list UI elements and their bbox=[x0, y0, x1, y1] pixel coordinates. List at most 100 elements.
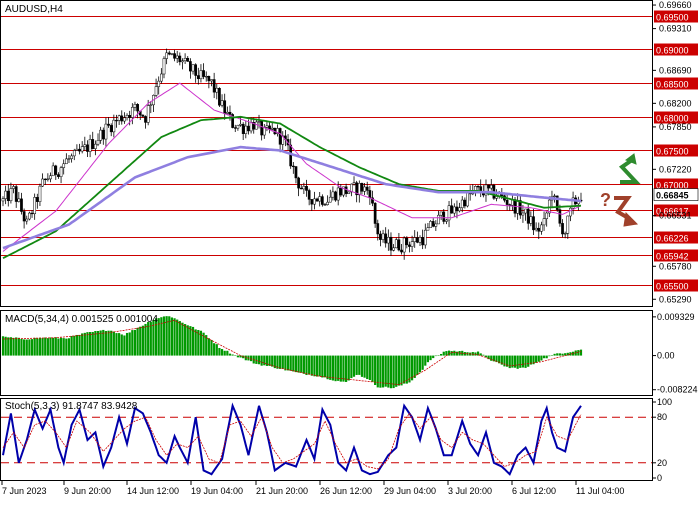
macd-bar bbox=[371, 355, 374, 382]
macd-bar bbox=[218, 347, 221, 356]
macd-bar bbox=[112, 331, 115, 356]
macd-bar bbox=[141, 325, 144, 356]
macd-bar bbox=[424, 355, 427, 366]
candle-body-up bbox=[313, 198, 316, 205]
macd-bar bbox=[189, 326, 192, 356]
macd-bar bbox=[15, 337, 18, 356]
price-tick-label: 0.67850 bbox=[659, 122, 692, 132]
candle-body-down bbox=[115, 119, 118, 122]
candle-body-up bbox=[429, 221, 432, 228]
candle-body-down bbox=[463, 199, 467, 207]
price-tick-label: 0.65780 bbox=[659, 261, 692, 271]
candle-body-up bbox=[413, 237, 417, 242]
price-tick-label: 0.69660 bbox=[659, 0, 692, 10]
macd-bar bbox=[579, 349, 583, 356]
macd-bar bbox=[168, 316, 171, 356]
macd-bar bbox=[131, 330, 134, 356]
macd-bar bbox=[542, 355, 546, 359]
candle-body-down bbox=[78, 148, 81, 152]
macd-bar bbox=[366, 355, 369, 380]
level-label: 0.69000 bbox=[656, 46, 689, 56]
level-label: 0.69500 bbox=[656, 13, 689, 23]
candle-body-up bbox=[183, 57, 187, 62]
macd-bar bbox=[387, 355, 390, 388]
candle-body-down bbox=[450, 205, 454, 214]
macd-bar bbox=[176, 319, 179, 356]
candle-body-up bbox=[402, 237, 406, 253]
candle-body-up bbox=[225, 111, 229, 114]
candle-body-up bbox=[265, 125, 269, 128]
macd-bar bbox=[355, 355, 358, 375]
candle-body-up bbox=[220, 100, 224, 106]
macd-bar bbox=[170, 317, 174, 356]
candle-body-down bbox=[508, 204, 512, 206]
candle-body-up bbox=[495, 196, 498, 199]
candle-body-up bbox=[49, 175, 52, 180]
candle-body-up bbox=[566, 215, 570, 234]
candle-body-down bbox=[120, 115, 124, 122]
macd-bar bbox=[28, 339, 31, 356]
candle-body-down bbox=[408, 244, 411, 247]
candle-body-up bbox=[46, 178, 50, 180]
macd-bar bbox=[540, 355, 543, 361]
macd-bar bbox=[453, 350, 456, 356]
candle-body-up bbox=[357, 183, 361, 196]
candle-body-down bbox=[389, 236, 393, 251]
candle-body-down bbox=[526, 208, 530, 224]
macd-bar bbox=[231, 354, 234, 356]
candle-body-up bbox=[64, 158, 68, 165]
candle-body-down bbox=[202, 70, 205, 77]
candle-body-up bbox=[328, 196, 332, 203]
macd-bar bbox=[490, 355, 493, 361]
macd-bar bbox=[186, 325, 189, 356]
macd-bar bbox=[281, 355, 284, 369]
price-tick-label: 0.68690 bbox=[659, 65, 692, 75]
candle-body-down bbox=[416, 237, 419, 243]
candle-body-up bbox=[347, 191, 351, 194]
candle-body-up bbox=[62, 163, 66, 168]
candle-body-down bbox=[241, 123, 245, 134]
macd-bar bbox=[397, 355, 400, 386]
candle-body-up bbox=[318, 196, 322, 202]
macd-bar bbox=[83, 332, 86, 356]
macd-bar bbox=[519, 355, 522, 368]
level-label: 0.66226 bbox=[656, 234, 689, 244]
macd-bar bbox=[118, 333, 121, 356]
candle-body-down bbox=[228, 111, 232, 115]
candle-body-down bbox=[310, 199, 314, 205]
candle-body-up bbox=[439, 211, 443, 216]
macd-bar bbox=[345, 355, 348, 382]
macd-bar bbox=[44, 337, 47, 356]
candle-body-down bbox=[405, 237, 409, 246]
question-mark-text: ? bbox=[600, 190, 611, 210]
macd-bar bbox=[548, 355, 551, 357]
macd-bar bbox=[302, 355, 305, 374]
candle-body-up bbox=[460, 199, 464, 209]
macd-bar bbox=[149, 321, 152, 356]
candle-body-down bbox=[305, 186, 308, 191]
macd-bar bbox=[194, 329, 197, 356]
macd-bar bbox=[416, 355, 419, 375]
price-tick-label: 0.69310 bbox=[659, 24, 692, 34]
candle-body-down bbox=[373, 202, 377, 224]
candle-body-down bbox=[397, 239, 401, 251]
candle-body-up bbox=[51, 165, 55, 177]
candle-body-up bbox=[458, 207, 461, 212]
candle-body-down bbox=[455, 206, 459, 212]
stochastic-tick-label: 80 bbox=[657, 412, 667, 422]
candle-body-down bbox=[35, 197, 39, 202]
time-tick-label: 19 Jun 04:00 bbox=[191, 486, 243, 496]
candle-body-up bbox=[540, 224, 543, 232]
macd-bar bbox=[403, 355, 406, 384]
candle-body-down bbox=[321, 196, 324, 205]
macd-bar bbox=[329, 355, 332, 380]
macd-bar bbox=[75, 334, 78, 356]
macd-bar bbox=[374, 355, 377, 386]
macd-bar bbox=[503, 355, 506, 367]
candle-body-down bbox=[189, 61, 192, 72]
macd-bar bbox=[313, 355, 316, 377]
macd-bar bbox=[384, 355, 387, 387]
macd-bar bbox=[173, 318, 176, 356]
candle-body-down bbox=[186, 57, 190, 62]
candle-body-up bbox=[239, 123, 242, 126]
